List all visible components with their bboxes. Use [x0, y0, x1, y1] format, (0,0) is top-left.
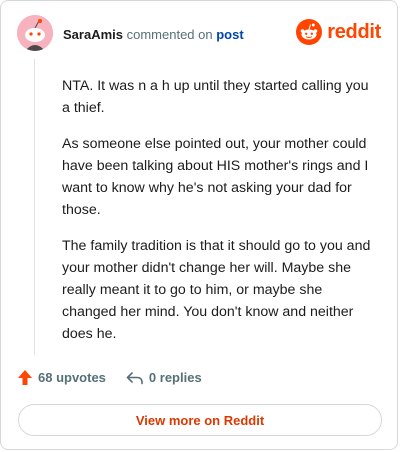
comment-paragraph: The family tradition is that it should g… [62, 238, 371, 342]
reply-arrow-icon [126, 371, 143, 384]
snoo-avatar-icon [17, 15, 53, 51]
thread-line [34, 59, 35, 355]
upvote-arrow-icon [18, 370, 32, 385]
comment-paragraph: NTA. It was n a h up until they started … [62, 78, 369, 116]
replies-button[interactable]: 0 replies [126, 370, 202, 385]
view-more-button[interactable]: View more on Reddit [18, 404, 382, 436]
comment-header: SaraAmis commented on post [63, 27, 244, 43]
reddit-wordmark: reddit [327, 20, 381, 43]
embedded-comment-card: SaraAmis commented on post reddit NTA. I… [0, 0, 398, 450]
action-text: commented on [126, 27, 213, 42]
comment-actions: 68 upvotes 0 replies [17, 369, 202, 386]
reddit-snoo-icon [296, 19, 323, 45]
comment-paragraph: As someone else pointed out, your mother… [62, 136, 369, 218]
reply-count: 0 replies [148, 370, 202, 385]
upvote-count: 68 upvotes [38, 370, 106, 385]
post-link[interactable]: post [216, 27, 243, 42]
comment-body: NTA. It was n a h up until they started … [62, 75, 380, 359]
avatar[interactable] [17, 15, 53, 51]
upvote-button[interactable]: 68 upvotes [17, 369, 106, 386]
author-name[interactable]: SaraAmis [63, 27, 123, 42]
reddit-logo[interactable]: reddit [296, 19, 381, 45]
